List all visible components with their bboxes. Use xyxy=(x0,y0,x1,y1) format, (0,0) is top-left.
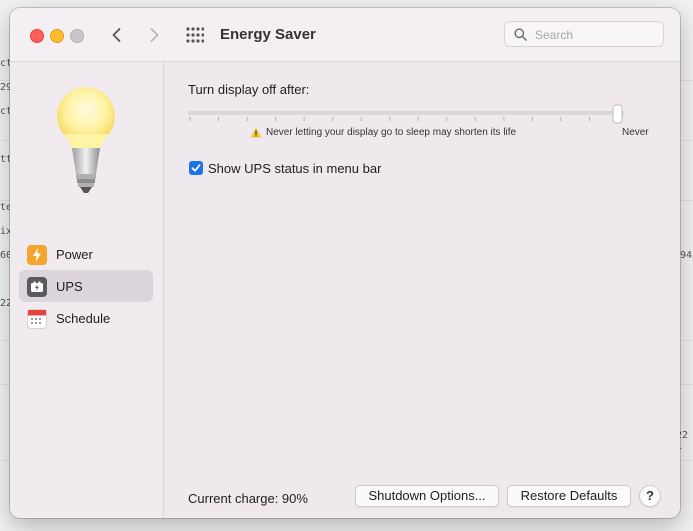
grid-icon xyxy=(186,27,205,43)
calendar-icon xyxy=(27,309,47,329)
show-ups-status-label[interactable]: Show UPS status in menu bar xyxy=(208,161,381,176)
warning-icon xyxy=(250,127,262,138)
slider-tick xyxy=(446,117,448,121)
window-title: Energy Saver xyxy=(220,26,316,43)
warning-text: Never letting your display go to sleep m… xyxy=(266,127,517,138)
sidebar-item-power[interactable]: Power xyxy=(19,238,153,270)
sidebar-item-label: Power xyxy=(56,247,93,262)
show-ups-status-checkbox[interactable] xyxy=(189,161,203,175)
slider-tick xyxy=(189,117,191,121)
display-off-label: Turn display off after: xyxy=(188,82,310,97)
bg-text-fragment: 945 xyxy=(680,250,693,261)
slider-tick xyxy=(474,117,476,121)
search-field[interactable] xyxy=(504,21,664,47)
energy-saver-window: Energy Saver Search Power UPS Schedule T… xyxy=(10,8,680,518)
slider-tick xyxy=(332,117,334,121)
ups-battery-icon xyxy=(27,277,47,297)
light-bulb-icon xyxy=(57,87,115,193)
back-button[interactable] xyxy=(107,25,127,45)
close-window-button[interactable] xyxy=(30,29,44,43)
search-input[interactable] xyxy=(533,26,657,44)
sidebar-item-ups[interactable]: UPS xyxy=(19,270,153,302)
slider-tick xyxy=(218,117,220,121)
sidebar-item-label: Schedule xyxy=(56,311,111,326)
slider-tick xyxy=(246,117,248,121)
slider-value-label: Never xyxy=(622,127,649,138)
title-bar: Energy Saver xyxy=(10,8,680,62)
lightning-bolt-icon xyxy=(27,245,47,265)
slider-tick xyxy=(503,117,505,121)
slider-ticks xyxy=(189,117,619,121)
zoom-window-button[interactable] xyxy=(70,29,84,43)
sidebar-item-schedule[interactable]: Schedule xyxy=(19,302,153,334)
forward-button[interactable] xyxy=(144,25,164,45)
ups-settings-pane: Turn display off after: Never letting yo… xyxy=(164,62,680,518)
slider-tick xyxy=(275,117,277,121)
checkmark-icon xyxy=(191,164,201,172)
display-sleep-slider[interactable] xyxy=(188,104,624,124)
show-all-button[interactable] xyxy=(186,27,205,43)
restore-defaults-button[interactable]: Restore Defaults xyxy=(507,485,631,507)
slider-tick xyxy=(417,117,419,121)
shutdown-options-button[interactable]: Shutdown Options... xyxy=(355,485,499,507)
slider-tick xyxy=(303,117,305,121)
search-icon xyxy=(514,28,527,41)
chevron-right-icon xyxy=(150,28,159,42)
chevron-left-icon xyxy=(112,28,121,42)
current-charge: Current charge: 90% xyxy=(188,491,308,506)
slider-tick xyxy=(389,117,391,121)
sidebar: Power UPS Schedule xyxy=(10,62,164,518)
slider-tick xyxy=(360,117,362,121)
sidebar-item-label: UPS xyxy=(56,279,83,294)
slider-knob[interactable] xyxy=(612,104,623,124)
minimize-window-button[interactable] xyxy=(50,29,64,43)
slider-tick xyxy=(560,117,562,121)
slider-tick xyxy=(531,117,533,121)
help-button[interactable]: ? xyxy=(639,485,661,507)
slider-tick xyxy=(588,117,590,121)
